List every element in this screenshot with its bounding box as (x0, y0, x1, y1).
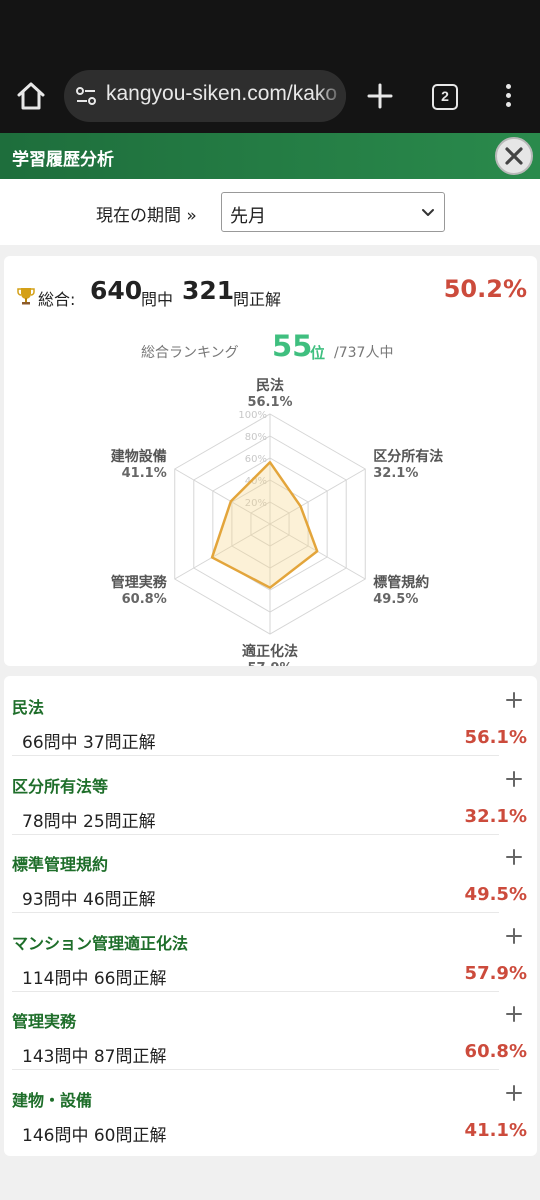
radar-axis-label: 適正化法57.9% (242, 643, 298, 666)
category-rate: 32.1% (464, 805, 527, 827)
radar-axis-label: 管理実務60.8% (111, 574, 168, 607)
radar-axis-value: 57.9% (247, 661, 292, 666)
page-title: 学習履歴分析 (12, 150, 114, 170)
category-name: 民法 (12, 698, 45, 717)
category-name: 区分所有法等 (12, 776, 109, 796)
app-header: 学習履歴分析 (0, 133, 540, 179)
trophy-icon (17, 288, 35, 305)
total-rate: 50.2% (443, 275, 527, 303)
category-name: 管理実務 (12, 1012, 77, 1031)
radar-axis-label: 民法56.1% (247, 377, 292, 410)
radar-data-area (210, 461, 319, 589)
new-tab-icon[interactable] (364, 80, 396, 112)
radar-axis-name: 管理実務 (111, 574, 168, 591)
radar-tick-label: 80% (245, 432, 267, 443)
period-label: 現在の期間 » (96, 206, 197, 226)
expand-plus-icon[interactable] (504, 769, 524, 789)
radar-axis-value: 60.8% (122, 592, 167, 607)
radar-chart: 20%40%60%80%100%民法56.1%区分所有法32.1%標管規約49.… (111, 377, 444, 666)
radar-axis-label: 建物設備41.1% (111, 448, 167, 481)
url-text: kangyou-siken.com/kako (106, 82, 338, 105)
radar-axis-label: 標管規約49.5% (373, 574, 429, 607)
period-selected-value: 先月 (230, 206, 266, 227)
ranking-unit: 位 (310, 344, 326, 362)
radar-axis-value: 49.5% (373, 592, 418, 607)
close-icon[interactable] (495, 137, 533, 175)
category-rate: 60.8% (464, 1041, 527, 1062)
radar-axis-name: 適正化法 (242, 643, 298, 660)
ranking-value: 55 (272, 329, 313, 363)
radar-axis-name: 標管規約 (373, 574, 429, 591)
category-name: 標準管理規約 (12, 855, 109, 874)
expand-plus-icon[interactable] (504, 690, 524, 710)
category-item[interactable]: 建物・設備 146問中 60問正解 41.1% (4, 1069, 537, 1147)
tab-switcher-button[interactable]: 2 (432, 84, 458, 110)
radar-axis-label: 区分所有法32.1% (373, 448, 443, 481)
home-icon[interactable] (14, 80, 48, 112)
radar-axis-name: 民法 (256, 377, 284, 394)
category-item[interactable]: 管理実務 143問中 87問正解 60.8% (4, 990, 537, 1070)
more-menu-icon[interactable] (498, 80, 518, 112)
category-detail: 78問中 25問正解 (22, 811, 156, 832)
radar-tick-label: 60% (245, 454, 267, 465)
summary-card: 総合: 640 問中 321 問正解 50.2% 総合ランキング 55 位 /7… (4, 256, 537, 666)
period-bar: 現在の期間 » 先月 (0, 179, 540, 245)
radar-axis-name: 区分所有法 (373, 448, 443, 465)
category-item[interactable]: 標準管理規約 93問中 46問正解 49.5% (4, 833, 537, 913)
category-name: 建物・設備 (12, 1090, 93, 1110)
category-rate: 56.1% (464, 727, 527, 748)
expand-plus-icon[interactable] (504, 926, 524, 946)
ranking-label: 総合ランキング (141, 345, 239, 361)
period-select[interactable]: 先月 (221, 192, 445, 232)
category-item[interactable]: マンション管理適正化法 114問中 66問正解 57.9% (4, 912, 537, 992)
total-label: 総合: (38, 290, 76, 309)
category-name: マンション管理適正化法 (12, 933, 189, 953)
ranking-total: /737人中 (334, 345, 394, 361)
total-unit-correct: 問正解 (233, 290, 282, 309)
category-detail: 93問中 46問正解 (22, 890, 156, 910)
browser-toolbar: kangyou-siken.com/kako 2 (0, 0, 540, 133)
category-item[interactable]: 区分所有法等 78問中 25問正解 32.1% (4, 755, 537, 835)
site-settings-icon[interactable] (74, 84, 98, 108)
total-unit-of: 問中 (141, 290, 174, 309)
radar-tick-label: 100% (238, 410, 267, 421)
radar-axis-value: 41.1% (122, 466, 167, 481)
total-questions: 640 (90, 276, 143, 305)
category-rate: 41.1% (464, 1119, 527, 1141)
category-detail: 66問中 37問正解 (22, 733, 156, 753)
category-rate: 49.5% (464, 884, 527, 905)
address-bar[interactable]: kangyou-siken.com/kako (64, 70, 346, 122)
chevron-down-icon (422, 209, 434, 216)
category-list: 民法 66問中 37問正解 56.1% 区分所有法等 78問中 25問正解 32.1% 標準… (4, 676, 537, 1156)
radar-axis-value: 56.1% (247, 395, 292, 410)
category-item[interactable]: 民法 66問中 37問正解 56.1% (4, 676, 537, 756)
category-detail: 146問中 60問正解 (22, 1125, 167, 1146)
expand-plus-icon[interactable] (504, 847, 524, 867)
category-rate: 57.9% (464, 962, 527, 984)
radar-axis-name: 建物設備 (111, 448, 167, 465)
expand-plus-icon[interactable] (504, 1083, 524, 1103)
expand-plus-icon[interactable] (504, 1004, 524, 1024)
category-detail: 143問中 87問正解 (22, 1047, 167, 1067)
total-correct: 321 (182, 276, 235, 305)
radar-axis-value: 32.1% (373, 466, 418, 481)
category-detail: 114問中 66問正解 (22, 968, 167, 989)
